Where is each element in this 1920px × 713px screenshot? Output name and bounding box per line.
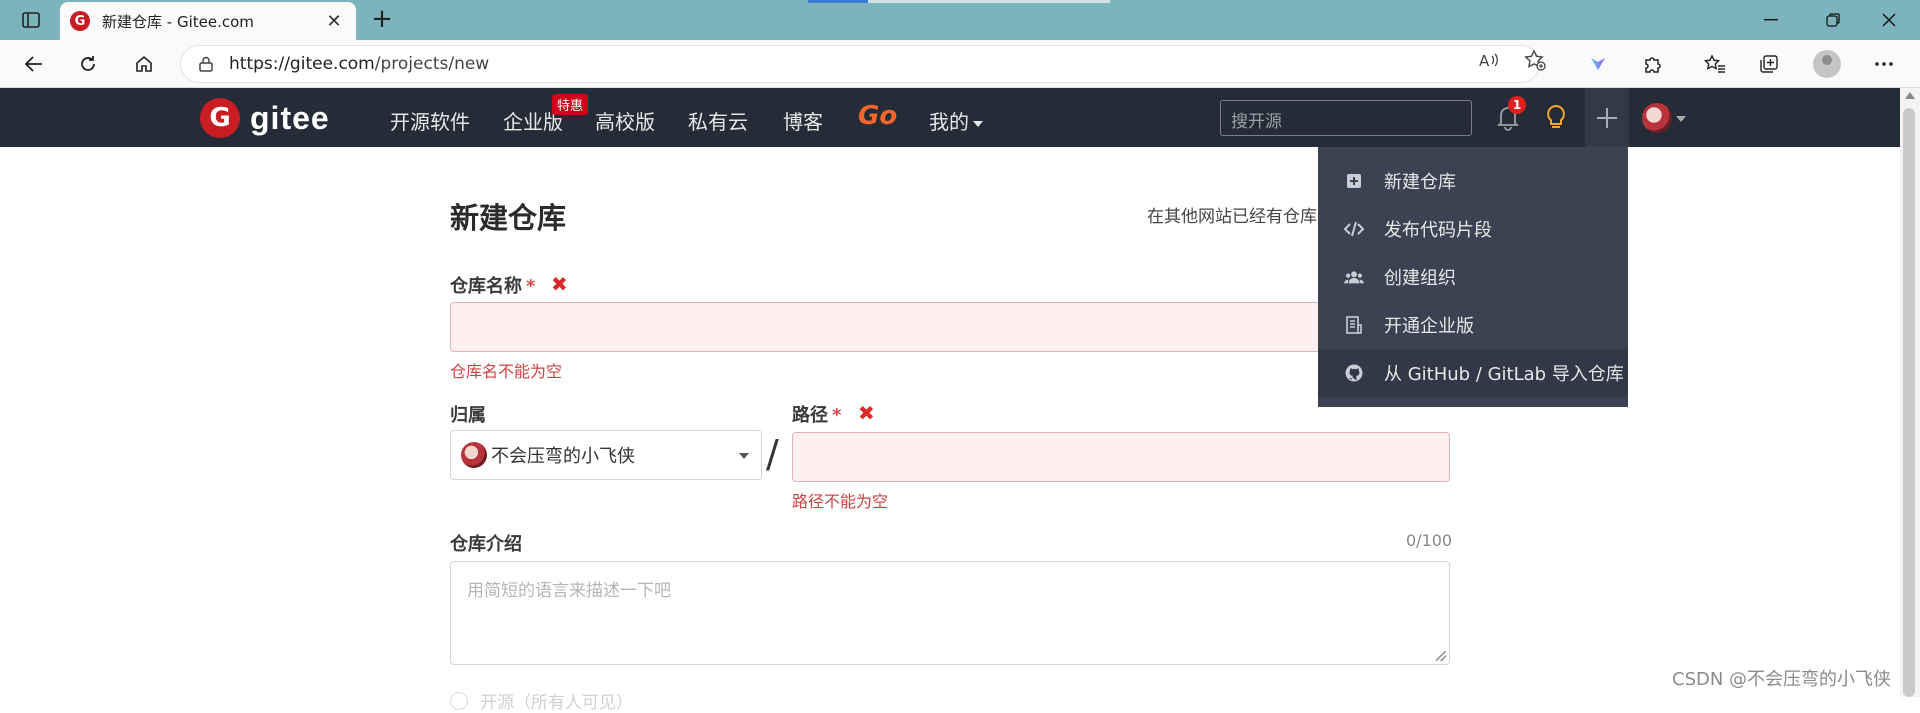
avatar-caret-icon[interactable] [1676, 116, 1686, 122]
menu-create-org-label: 创建组织 [1384, 268, 1456, 289]
required-mark: * [526, 276, 536, 297]
gitee-header: G gitee 开源软件 企业版 特惠 高校版 私有云 博客 Go 我的 搜开源… [0, 88, 1900, 147]
url-domain: https://gitee.com [229, 54, 375, 74]
repo-name-label-text: 仓库名称 [450, 276, 522, 297]
description-placeholder: 用简短的语言来描述一下吧 [467, 581, 671, 601]
favorites-list-icon[interactable] [1699, 48, 1731, 80]
visibility-public-option[interactable]: 开源（所有人可见） [450, 688, 633, 713]
menu-import-repo[interactable]: 从 GitHub / GitLab 导入仓库 [1318, 349, 1628, 397]
gitee-logo-text: gitee [250, 99, 330, 136]
tab-title: 新建仓库 - Gitee.com [102, 12, 254, 31]
error-cross-icon: ✖ [551, 272, 568, 296]
more-menu-icon[interactable] [1868, 48, 1900, 80]
collections-icon[interactable] [1753, 48, 1785, 80]
tab-actions-icon[interactable] [14, 8, 48, 32]
browser-tab-active[interactable]: G 新建仓库 - Gitee.com ✕ [60, 2, 356, 40]
owner-value: 不会压弯的小飞侠 [491, 446, 635, 467]
minimize-icon[interactable] [1748, 6, 1794, 34]
repo-name-label: 仓库名称 * [450, 272, 535, 298]
nav-open-source[interactable]: 开源软件 [390, 106, 470, 135]
chevron-down-icon [973, 120, 983, 127]
browser-tabstrip: G 新建仓库 - Gitee.com ✕ + [0, 0, 1920, 40]
notification-count-badge: 1 [1508, 96, 1526, 114]
menu-import-repo-label: 从 GitHub / GitLab 导入仓库 [1384, 364, 1624, 385]
hot-badge: 特惠 [552, 94, 589, 115]
menu-create-org[interactable]: 创建组织 [1318, 253, 1628, 301]
resize-handle-icon[interactable] [1436, 651, 1446, 661]
plus-square-icon [1344, 173, 1364, 189]
description-label: 仓库介绍 [450, 534, 522, 555]
building-icon [1344, 316, 1364, 334]
page-title: 新建仓库 [450, 201, 567, 235]
extensions-puzzle-icon[interactable] [1636, 48, 1668, 80]
owner-avatar [461, 442, 487, 468]
menu-publish-snippet-label: 发布代码片段 [1384, 220, 1492, 241]
csdn-watermark: CSDN @不会压弯的小飞侠 [1672, 669, 1892, 690]
code-icon [1344, 221, 1364, 237]
nav-education[interactable]: 高校版 [595, 106, 655, 135]
lightbulb-icon[interactable] [1541, 102, 1571, 132]
visibility-public-label: 开源（所有人可见） [480, 693, 633, 713]
gitee-favicon-icon: G [70, 11, 90, 31]
gitee-logo-icon: G [200, 98, 240, 138]
scroll-up-icon[interactable] [1905, 92, 1915, 99]
menu-enterprise[interactable]: 开通企业版 [1318, 301, 1628, 349]
menu-new-repo-label: 新建仓库 [1384, 172, 1456, 193]
lock-icon[interactable] [199, 56, 213, 77]
gitee-logo[interactable]: G gitee [200, 98, 330, 138]
path-error: 路径不能为空 [792, 492, 889, 511]
menu-new-repo[interactable]: 新建仓库 [1318, 157, 1628, 205]
scrollbar-thumb[interactable] [1903, 108, 1915, 697]
owner-label: 归属 [450, 405, 486, 426]
required-mark: * [832, 405, 842, 426]
description-textarea[interactable]: 用简短的语言来描述一下吧 [450, 561, 1450, 665]
path-label: 路径 * [792, 401, 841, 427]
url-path: /projects/new [374, 54, 490, 74]
menu-publish-snippet[interactable]: 发布代码片段 [1318, 205, 1628, 253]
vertical-scrollbar[interactable] [1900, 88, 1920, 697]
nav-private-cloud[interactable]: 私有云 [688, 106, 748, 135]
new-tab-icon[interactable]: + [368, 6, 396, 34]
close-window-icon[interactable] [1866, 6, 1912, 34]
tabstrip-accent [808, 0, 868, 3]
repo-name-input[interactable] [450, 302, 1450, 352]
favorite-star-icon[interactable] [1524, 49, 1546, 71]
owner-select[interactable]: 不会压弯的小飞侠 [450, 430, 762, 480]
read-aloud-icon[interactable]: A [1478, 49, 1500, 71]
radio-icon[interactable] [450, 691, 468, 710]
dropdown-caret-icon [739, 453, 749, 459]
restore-icon[interactable] [1810, 6, 1856, 34]
path-separator: / [766, 432, 779, 476]
repo-name-error: 仓库名不能为空 [450, 362, 563, 381]
import-hint[interactable]: 在其他网站已经有仓库 [1147, 202, 1317, 227]
home-icon[interactable] [128, 48, 160, 80]
user-avatar[interactable] [1642, 103, 1672, 133]
users-icon [1344, 269, 1364, 285]
search-input[interactable]: 搜开源 [1220, 100, 1472, 136]
error-cross-icon: ✖ [858, 401, 875, 425]
svg-text:A: A [1479, 52, 1490, 69]
plus-icon [1597, 107, 1617, 128]
browser-profile-avatar[interactable] [1813, 50, 1841, 78]
nav-blog[interactable]: 博客 [783, 106, 823, 135]
nav-go[interactable]: Go [858, 101, 897, 131]
refresh-icon[interactable] [72, 48, 104, 80]
address-bar[interactable]: https://gitee.com/projects/new [180, 45, 1540, 83]
menu-enterprise-label: 开通企业版 [1384, 316, 1474, 337]
nav-mine[interactable]: 我的 [929, 106, 983, 135]
create-plus-button[interactable] [1585, 88, 1629, 147]
path-label-text: 路径 [792, 405, 828, 426]
description-counter: 0/100 [1406, 531, 1453, 550]
browser-toolbar: https://gitee.com/projects/new A [0, 40, 1920, 88]
back-icon[interactable] [18, 48, 50, 80]
close-tab-icon[interactable]: ✕ [322, 11, 346, 32]
create-dropdown-menu: 新建仓库 发布代码片段 创建组织 开通企业版 从 GitHub / GitLab… [1318, 147, 1628, 407]
nav-mine-label: 我的 [929, 110, 969, 134]
tabstrip-accent-light [868, 0, 1110, 3]
path-input[interactable] [792, 432, 1450, 482]
extension-colorful-icon[interactable] [1582, 48, 1614, 80]
github-icon [1344, 364, 1364, 382]
